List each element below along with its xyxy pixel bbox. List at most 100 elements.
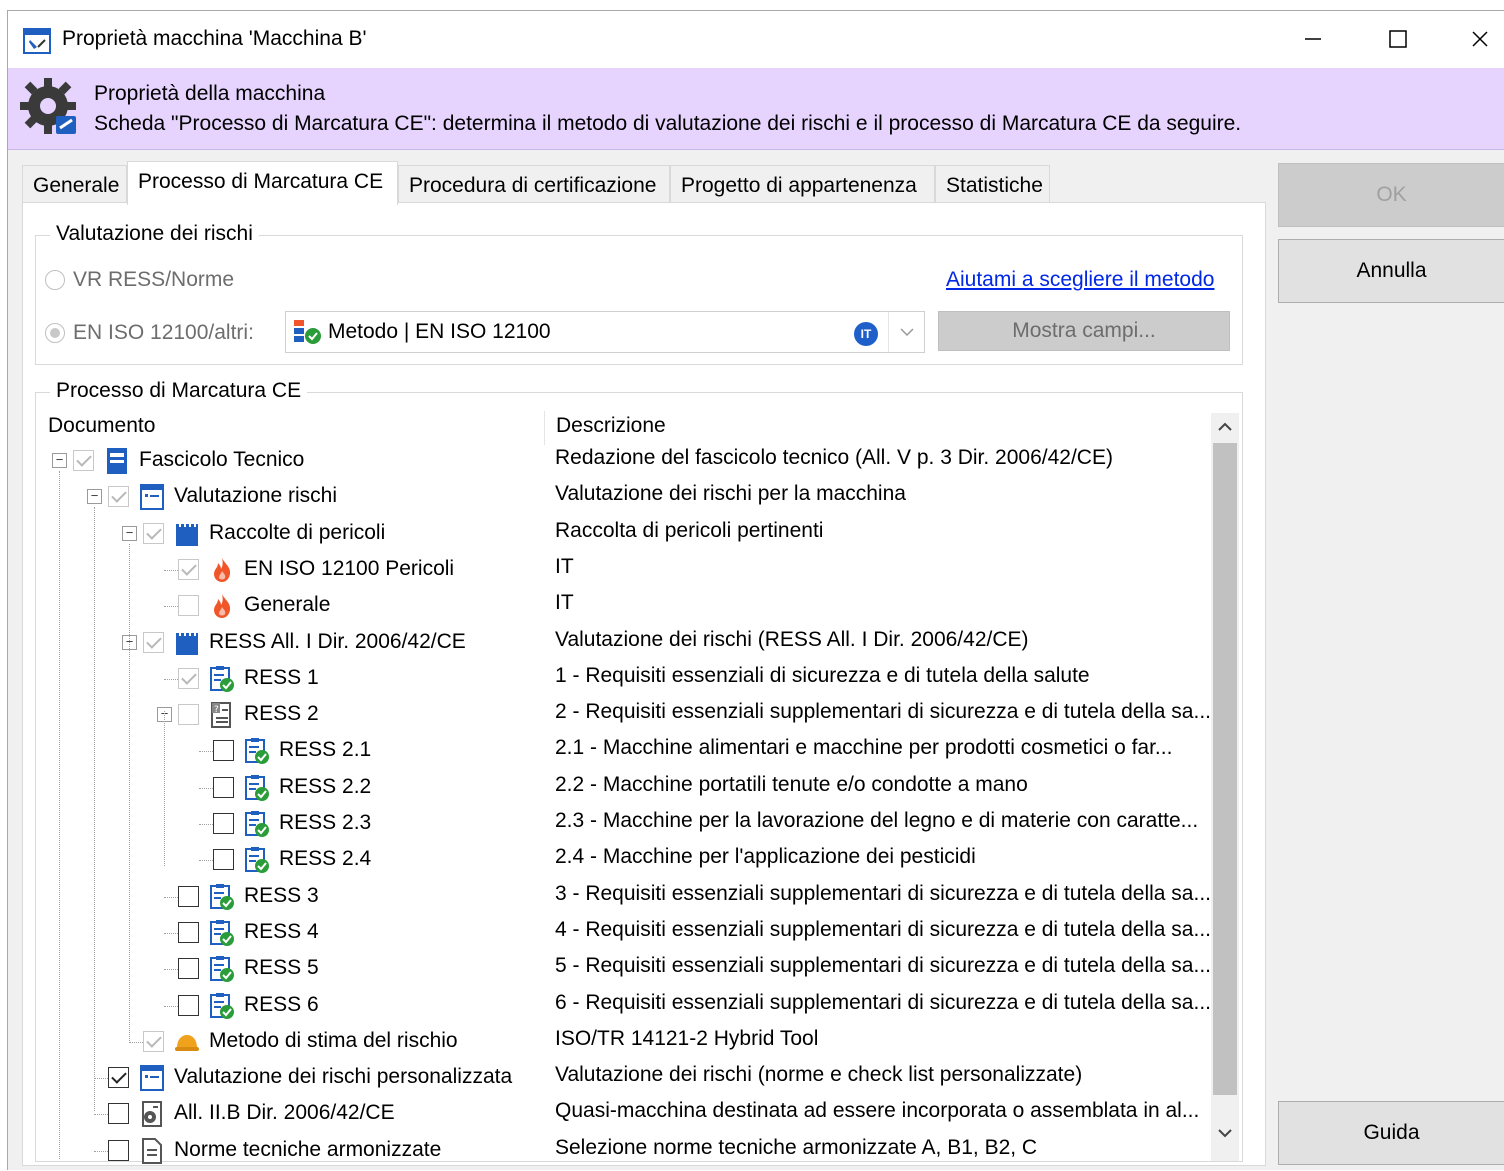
tree-checkbox[interactable] bbox=[143, 1031, 164, 1052]
tree-row[interactable]: RESS 5 5 - Requisiti essenziali supplemen… bbox=[8, 952, 1210, 988]
tree-row[interactable]: Generale IT bbox=[8, 589, 1188, 625]
tree-item-label: EN ISO 12100 Pericoli bbox=[244, 557, 455, 580]
radio-en-iso[interactable]: EN ISO 12100/altri: bbox=[45, 321, 254, 345]
tree-checkbox[interactable] bbox=[108, 1067, 129, 1088]
column-header-description[interactable]: Descrizione bbox=[556, 414, 666, 438]
tree-checkbox[interactable] bbox=[178, 886, 199, 907]
tree-item-description: Valutazione dei rischi per la macchina bbox=[555, 482, 906, 505]
tree-row[interactable]: Norme tecniche armonizzate Selezione norm… bbox=[8, 1134, 1188, 1170]
tree-item-description: 2 - Requisiti essenziali supplementari d… bbox=[555, 700, 1210, 723]
scroll-up-icon[interactable] bbox=[1211, 413, 1239, 441]
header-subtitle: Scheda "Processo di Marcatura CE": deter… bbox=[94, 112, 1242, 135]
show-fields-button[interactable]: Mostra campi... bbox=[938, 311, 1230, 351]
checklist-icon bbox=[209, 919, 235, 947]
tree-row[interactable]: Metodo di stima del rischio ISO/TR 14121-… bbox=[8, 1025, 1188, 1061]
close-button[interactable] bbox=[1460, 21, 1500, 57]
doc-gear-icon bbox=[139, 1100, 165, 1128]
tree-row[interactable]: RESS 4 4 - Requisiti essenziali supplemen… bbox=[8, 916, 1210, 952]
tree-row[interactable]: − RESS All. I Dir. 2006/42/CE Valutazione … bbox=[8, 626, 1188, 662]
tree-item-label: RESS 3 bbox=[244, 884, 319, 907]
method-select[interactable]: Metodo | EN ISO 12100 IT bbox=[285, 311, 925, 353]
column-separator[interactable] bbox=[544, 411, 545, 445]
maximize-button[interactable] bbox=[1378, 21, 1418, 57]
radio-vr-ress[interactable]: VR RESS/Norme bbox=[45, 268, 234, 292]
tree-checkbox[interactable] bbox=[213, 813, 234, 834]
tree-checkbox[interactable] bbox=[108, 1103, 129, 1124]
tree-checkbox[interactable] bbox=[143, 632, 164, 653]
checklist-icon bbox=[209, 883, 235, 911]
tree-item-label: RESS All. I Dir. 2006/42/CE bbox=[209, 630, 466, 653]
help-button[interactable]: Guida bbox=[1278, 1101, 1504, 1165]
form-icon bbox=[139, 1064, 165, 1092]
chevron-down-icon[interactable] bbox=[888, 312, 924, 352]
tree-checkbox[interactable] bbox=[108, 1140, 129, 1161]
tree-checkbox[interactable] bbox=[178, 559, 199, 580]
tree-item-description: 2.4 - Macchine per l'applicazione dei pe… bbox=[555, 845, 976, 868]
gear-icon bbox=[20, 78, 76, 134]
risk-group-legend: Valutazione dei rischi bbox=[50, 222, 259, 246]
tree-checkbox[interactable] bbox=[178, 595, 199, 616]
tree-item-label: RESS 2.4 bbox=[279, 847, 372, 870]
tree-row[interactable]: RESS 2.1 2.1 - Macchine alimentari e macc… bbox=[8, 734, 1188, 770]
tree-row[interactable]: EN ISO 12100 Pericoli IT bbox=[8, 553, 1188, 589]
checklist-icon bbox=[209, 955, 235, 983]
collapse-icon[interactable]: − bbox=[87, 489, 102, 504]
tab-procedura-certificazione[interactable]: Procedura di certificazione bbox=[398, 165, 670, 203]
tree-item-label: Generale bbox=[244, 593, 331, 616]
tree-checkbox[interactable] bbox=[73, 450, 94, 471]
tree-row[interactable]: All. II.B Dir. 2006/42/CE Quasi-macchina … bbox=[8, 1097, 1199, 1133]
header-band: Proprietà della macchina Scheda "Process… bbox=[8, 68, 1504, 150]
tree-guide-line bbox=[59, 471, 60, 1159]
tree-scrollbar-thumb[interactable] bbox=[1213, 443, 1237, 1095]
cancel-button[interactable]: Annulla bbox=[1278, 239, 1504, 303]
checklist-icon bbox=[244, 774, 270, 802]
tree-checkbox[interactable] bbox=[143, 523, 164, 544]
column-header-document[interactable]: Documento bbox=[48, 414, 155, 438]
tree-checkbox[interactable] bbox=[178, 922, 199, 943]
tree-checkbox[interactable] bbox=[178, 995, 199, 1016]
tree-row[interactable]: RESS 1 1 - Requisiti essenziali di sicure… bbox=[8, 662, 1188, 698]
binder-icon bbox=[174, 520, 200, 548]
tree-row[interactable]: RESS 6 6 - Requisiti essenziali supplemen… bbox=[8, 989, 1210, 1025]
tree-checkbox[interactable] bbox=[178, 668, 199, 689]
tree-row[interactable]: −? RESS 22 - Requisiti essenziali supplem… bbox=[8, 698, 1210, 734]
help-choose-method-link[interactable]: Aiutami a scegliere il metodo bbox=[946, 268, 1214, 292]
tree-checkbox[interactable] bbox=[178, 704, 199, 725]
tree-row[interactable]: RESS 2.2 2.2 - Macchine portatili tenute … bbox=[8, 771, 1188, 807]
tab-statistiche[interactable]: Statistiche bbox=[935, 165, 1050, 203]
tree-row[interactable]: RESS 2.3 2.3 - Macchine per la lavorazion… bbox=[8, 807, 1198, 843]
tree-row[interactable]: − Fascicolo Tecnico Redazione del fascicol… bbox=[8, 444, 1188, 480]
tree-checkbox[interactable] bbox=[213, 849, 234, 870]
collapse-icon[interactable]: − bbox=[122, 526, 137, 541]
tree-item-description: 2.3 - Macchine per la lavorazione del le… bbox=[555, 809, 1199, 832]
tree-item-description: 4 - Requisiti essenziali supplementari d… bbox=[555, 918, 1210, 941]
form-icon bbox=[139, 483, 165, 511]
tree-checkbox[interactable] bbox=[213, 777, 234, 798]
tree-checkbox[interactable] bbox=[178, 958, 199, 979]
hardhat-icon bbox=[174, 1028, 200, 1056]
tree-row[interactable]: RESS 2.4 2.4 - Macchine per l'applicazion… bbox=[8, 843, 1188, 879]
tab-processo-marcatura-ce[interactable]: Processo di Marcatura CE bbox=[127, 161, 398, 205]
checklist-icon bbox=[209, 665, 235, 693]
tree-row[interactable]: − Valutazione rischi Valutazione dei risch… bbox=[8, 480, 1188, 516]
tab-generale[interactable]: Generale bbox=[22, 165, 127, 203]
tab-progetto-appartenenza[interactable]: Progetto di appartenenza bbox=[670, 165, 935, 203]
scroll-down-icon[interactable] bbox=[1211, 1119, 1239, 1147]
tree-guide-line bbox=[129, 544, 130, 1041]
tree-item-label: RESS 2.3 bbox=[279, 811, 372, 834]
tree-checkbox[interactable] bbox=[213, 740, 234, 761]
tree-item-label: Norme tecniche armonizzate bbox=[174, 1138, 442, 1161]
flame-icon bbox=[209, 592, 235, 620]
tree-item-description: Valutazione dei rischi (RESS All. I Dir.… bbox=[555, 628, 1029, 651]
tree-row[interactable]: − Raccolte di pericoli Raccolta di pericol… bbox=[8, 517, 1188, 553]
radio-vr-ress-button[interactable] bbox=[45, 270, 65, 290]
minimize-button[interactable] bbox=[1293, 21, 1333, 57]
checklist-icon bbox=[244, 737, 270, 765]
radio-en-iso-button[interactable] bbox=[45, 323, 65, 343]
tree-row[interactable]: RESS 3 3 - Requisiti essenziali supplemen… bbox=[8, 880, 1210, 916]
tree-checkbox[interactable] bbox=[108, 486, 129, 507]
collapse-icon[interactable]: − bbox=[52, 453, 67, 468]
checklist-icon bbox=[244, 846, 270, 874]
tree-row[interactable]: Valutazione dei rischi personalizzata Val… bbox=[8, 1061, 1188, 1097]
ok-button[interactable]: OK bbox=[1278, 163, 1504, 227]
